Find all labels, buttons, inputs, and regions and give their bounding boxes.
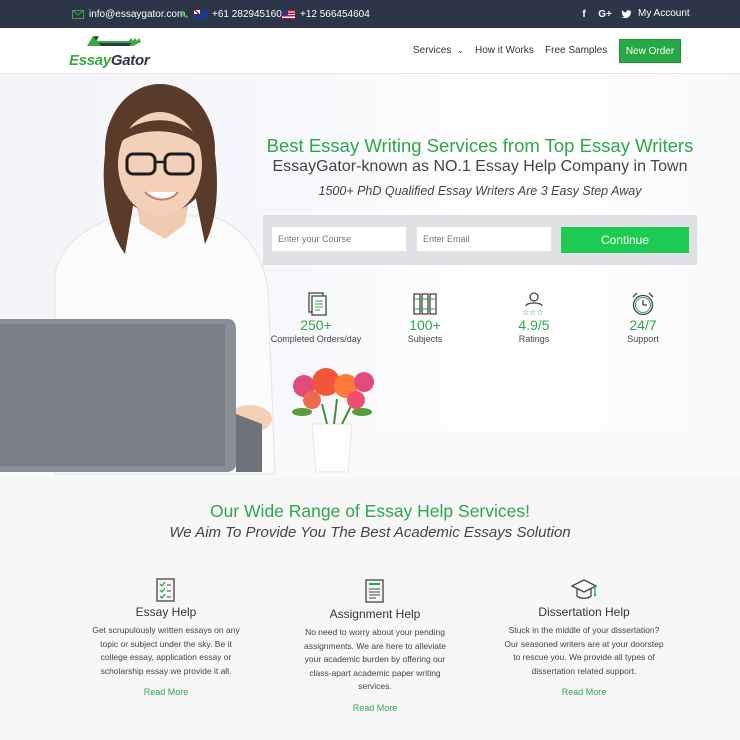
chevron-down-icon: ⌄ [457,46,464,55]
email-text: info@essaygator.com [89,9,186,20]
stat-subjects-value: 100+ [409,317,441,333]
google-plus-icon[interactable]: G+ [597,8,613,20]
service-card-dissertation: Dissertation Help Stuck in the middle of… [504,578,664,697]
read-more-link[interactable]: Read More [86,687,246,697]
service-card-title: Essay Help [135,605,197,619]
course-input[interactable] [271,226,407,252]
stat-orders-value: 250+ [300,317,332,333]
hero-subtitle: EssayGator-known as NO.1 Essay Help Comp… [272,158,688,175]
stat-ratings-label: Ratings [518,334,550,344]
stat-subjects-label: Subjects [407,334,443,344]
services-section: Our Wide Range of Essay Help Services! W… [0,478,740,740]
service-card-essay: Essay Help Get scrupulously written essa… [86,578,246,697]
envelope-icon [72,10,84,19]
email-contact[interactable]: info@essaygator.com [72,9,185,20]
phone-au[interactable]: +61 282945160 [180,9,282,20]
nav-services[interactable]: Services ⌄ [413,45,464,56]
rating-icon: ☆☆☆ [522,292,544,316]
twitter-icon[interactable] [619,8,633,20]
stat-subjects: 100+ Subjects [370,292,480,344]
graduation-cap-icon [571,579,597,599]
top-bar: info@essaygator.com +61 282945160 +12 56… [0,0,740,28]
services-subtitle: We Aim To Provide You The Best Academic … [169,524,571,541]
service-card-title: Assignment Help [329,607,421,621]
my-account-label: My Account [638,8,690,19]
logo-text: EssayGator [69,52,150,69]
stat-ratings-value: 4.9/5 [518,317,550,333]
document-icon [365,579,384,603]
hero-section: Best Essay Writing Services from Top Ess… [0,74,740,478]
new-order-button[interactable]: New Order [619,39,681,63]
service-card-desc: No need to worry about your pending assi… [303,627,447,691]
stat-ratings: ☆☆☆ 4.9/5 Ratings [479,292,589,344]
nav-how-it-works[interactable]: How it Works [475,45,534,56]
stat-support-value: 24/7 [629,317,657,333]
order-form: Continue [263,215,697,265]
service-card-desc: Get scrupulously written essays on any t… [92,625,240,676]
facebook-icon[interactable]: f [577,8,591,20]
my-account-link[interactable]: My Account [638,8,690,19]
continue-button[interactable]: Continue [561,227,689,253]
hero-title: Best Essay Writing Services from Top Ess… [266,135,694,156]
stat-support-label: Support [627,334,659,344]
phone-au-text: +61 282945160 [212,9,282,20]
stat-orders-label: Completed Orders/day [270,334,362,344]
stat-orders: 250+ Completed Orders/day [261,292,371,344]
phone-icon [181,11,188,18]
phone-us[interactable]: +12 566454604 [282,9,370,20]
clock-icon [632,292,654,316]
books-icon [413,293,437,315]
checklist-icon [156,578,175,602]
nav-services-label: Services [413,45,452,56]
orders-icon [308,292,327,316]
flower-vase-image [292,368,374,473]
australia-flag-icon [194,10,207,19]
service-card-title: Dissertation Help [538,605,630,619]
service-card-desc: Stuck in the middle of your dissertation… [504,625,664,676]
nav-free-samples[interactable]: Free Samples [545,45,607,56]
email-input[interactable] [416,226,552,252]
svg-text:☆☆☆: ☆☆☆ [522,308,544,316]
read-more-link[interactable]: Read More [295,703,455,713]
service-card-assignment: Assignment Help No need to worry about y… [295,578,455,713]
read-more-link[interactable]: Read More [504,687,664,697]
hero-tagline: 1500+ PhD Qualified Essay Writers Are 3 … [318,184,642,198]
phone-us-text: +12 566454604 [300,9,370,20]
main-header: EssayGator Services ⌄ How it Works Free … [0,28,740,74]
usa-flag-icon [282,10,295,19]
services-title: Our Wide Range of Essay Help Services! [210,501,530,521]
stat-support: 24/7 Support [588,292,698,344]
gator-logo-icon [87,36,141,46]
essaygator-logo[interactable]: EssayGator [69,32,150,70]
